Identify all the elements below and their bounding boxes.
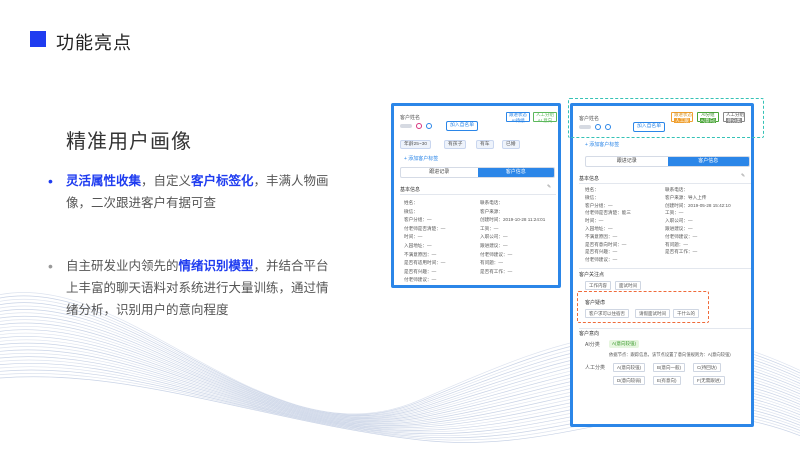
customer-card-small: 客户姓名 加入自名单 跟进状态 AI待绩 人工分组 AI 意向 年龄25~30 …: [391, 103, 561, 288]
page-title: 功能亮点: [56, 33, 132, 53]
name-redacted: [400, 124, 412, 128]
tab-follow-records[interactable]: 跟进记录: [401, 168, 478, 177]
customer-tag[interactable]: 有车: [476, 140, 494, 149]
ai-class-note: 依据节点：跟踪信息，该节点设置了意向值规则为：A(意向较强): [609, 352, 731, 357]
info-field: 是否有兴趣：—: [404, 268, 437, 274]
info-field: 不满意原因：—: [404, 251, 437, 257]
question-tag[interactable]: 工作内容: [585, 281, 611, 290]
manual-class-option[interactable]: B(意向一般): [653, 363, 685, 372]
question-heading: 客户关注点: [579, 272, 605, 278]
tab-customer-info[interactable]: 客户信息: [477, 168, 554, 177]
body-text: 自主研发业内领先的: [66, 259, 179, 273]
manual-class-label: 人工分类: [585, 365, 606, 371]
customer-name-label: 客户姓名: [400, 115, 421, 121]
bullet-text: 灵活属性收集，自定义客户标签化，丰满人物画像，二次跟进客户有据可查: [66, 170, 338, 214]
manual-class-option[interactable]: A(意向较强): [613, 363, 645, 372]
info-field: 入职公司：—: [480, 234, 508, 240]
status-tag-top: 人工分组: [536, 112, 554, 117]
card-tabs: 跟进记录 客户信息: [585, 156, 750, 167]
section-title: 精准用户画像: [66, 131, 192, 153]
info-field: 付老师建议：—: [665, 233, 698, 239]
customer-tag[interactable]: 年龄25~30: [400, 140, 432, 149]
info-field: 不满意原因：—: [585, 233, 618, 239]
info-field: 入职公司：—: [665, 218, 693, 224]
info-field: 联系电话：: [665, 187, 688, 192]
info-field: 有问题：—: [480, 260, 503, 266]
customer-tag[interactable]: 有孩子: [444, 140, 467, 149]
info-field: 创建时间：2019-05-28 15:42:10: [665, 202, 731, 208]
info-field: 工资：—: [665, 210, 684, 216]
add-tag-link[interactable]: + 添加客户标签: [404, 155, 438, 162]
manual-class-option[interactable]: D(意向较弱): [613, 376, 646, 385]
manual-class-option[interactable]: C(待回访): [693, 363, 721, 372]
intent-heading: 客户意向: [579, 331, 600, 337]
info-field: 客户来源：: [480, 208, 503, 214]
question-tag[interactable]: 面试时间: [615, 281, 641, 290]
section-divider: [579, 268, 751, 269]
edit-icon[interactable]: [426, 123, 432, 129]
info-field: 客户来源：导入上传: [665, 194, 707, 200]
section-divider: [579, 328, 751, 329]
info-field: 是否有适用时间：—: [404, 260, 446, 266]
bullet-dot: •: [48, 258, 53, 274]
header-accent-square: [30, 31, 46, 47]
info-field: 是否有兴趣：—: [585, 249, 618, 255]
tab-follow-records[interactable]: 跟进记录: [586, 157, 668, 166]
info-field: 姓名：: [585, 187, 599, 192]
card-tabs: 跟进记录 客户信息: [400, 167, 555, 178]
follow-status-tag[interactable]: 跟进状态 AI待绩: [506, 112, 530, 123]
ai-class-value: A(意向较强): [609, 340, 639, 348]
info-field: 付老师建议：—: [404, 277, 437, 283]
info-field: 跟进建议：—: [665, 226, 693, 231]
info-field: 客户分组：—: [585, 202, 613, 208]
info-field: 有问题：—: [665, 241, 688, 247]
highlight-text: 情绪识别模型: [178, 259, 254, 273]
info-field: 付老师建议：—: [480, 251, 513, 257]
info-field: 是否有工作：—: [480, 268, 513, 274]
customer-tag[interactable]: 已婚: [502, 140, 520, 149]
ai-class-label: AI分类: [585, 342, 600, 348]
highlight-text: 客户标签化: [191, 174, 254, 188]
status-tag-top: 跟进状态: [509, 112, 527, 117]
section-divider: [579, 183, 751, 184]
info-field: 客户分组：—: [404, 217, 432, 223]
info-field: 姓名：: [404, 200, 418, 205]
manual-class-option[interactable]: F(无需跟进): [693, 376, 725, 385]
info-field: 入园地址：—: [585, 226, 613, 231]
add-whitelist-button[interactable]: 加入自名单: [446, 121, 478, 131]
info-field: 时间：—: [585, 218, 604, 224]
status-tags-highlight: [568, 98, 764, 138]
bullet-text: 自主研发业内领先的情绪识别模型，并结合平台上丰富的聊天语料对系统进行大量训练，通…: [66, 255, 338, 321]
info-field: 工资：—: [480, 225, 499, 231]
info-field: 是否有工作：—: [665, 249, 698, 255]
info-field: 微信：: [404, 208, 418, 214]
basic-info-heading: 基本信息: [400, 187, 421, 193]
highlight-text: 灵活属性收集: [66, 174, 142, 188]
info-field: 付老师是否清楚：能三: [585, 210, 631, 216]
info-field: 付老师是否清楚：—: [404, 225, 446, 231]
status-tag-bottom: AI待绩: [511, 117, 525, 123]
status-tag-bottom: AI 意向: [537, 117, 553, 123]
info-field: 是否有意向时间：—: [585, 241, 627, 247]
basic-info-heading: 基本信息: [579, 176, 600, 182]
info-field: 付老师建议：—: [585, 257, 618, 263]
bullet-dot: •: [48, 173, 53, 189]
info-field: 微信：: [585, 194, 599, 200]
section-divider: [400, 194, 556, 195]
tab-customer-info[interactable]: 客户信息: [667, 157, 749, 166]
info-field: 跟进建议：—: [480, 243, 508, 248]
concern-highlight: [577, 291, 709, 323]
manual-class-option[interactable]: E(有意向): [653, 376, 681, 385]
info-field: 入园地址：—: [404, 243, 432, 248]
info-field: 创建时间：2019-10-28 11:24:01: [480, 217, 546, 223]
body-text: ，自定义: [141, 174, 192, 188]
gender-icon: [416, 123, 422, 129]
info-field: 时间：—: [404, 234, 423, 240]
manual-group-tag[interactable]: 人工分组 AI 意向: [533, 112, 557, 123]
add-tag-link[interactable]: + 添加客户标签: [585, 141, 619, 148]
customer-card-large: 客户姓名 加入自名单 跟进状态 人工跟 AI分组 A(意向) 人工分组 待分类 …: [570, 103, 754, 427]
edit-pencil-icon[interactable]: ✎: [741, 173, 745, 179]
info-field: 联系电话：: [480, 200, 503, 205]
edit-pencil-icon[interactable]: ✎: [547, 184, 551, 190]
